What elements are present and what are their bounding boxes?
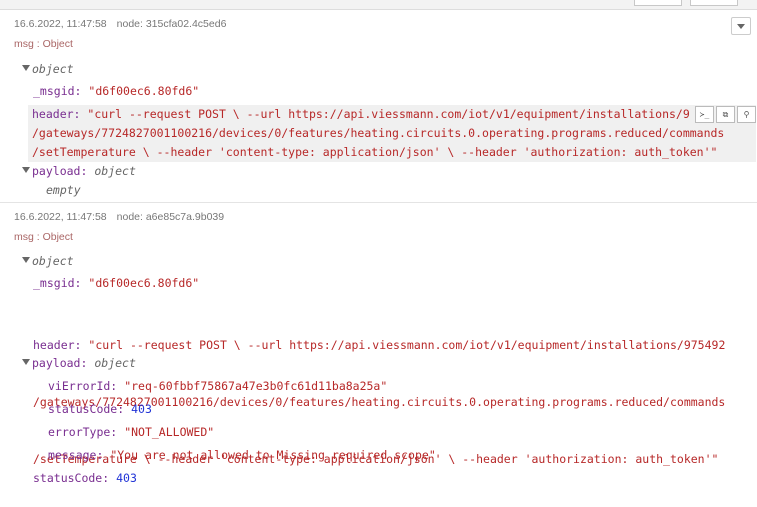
debug-toolbar (0, 0, 757, 10)
property-tools: ≻_ ⧉ ⚲ (695, 106, 756, 123)
chevron-down-icon (737, 23, 745, 29)
root-type: object (32, 254, 74, 268)
msgid-row: _msgid: "d6f00ec6.80fd6" (33, 83, 199, 99)
node-id[interactable]: a6e85c7a.9b039 (146, 211, 224, 223)
payload-key: payload: (32, 164, 88, 178)
pin-button[interactable]: ⚲ (737, 106, 756, 123)
copy-value-button[interactable]: ⧉ (716, 106, 735, 123)
statuscode-row: statusCode: 403 (33, 470, 137, 486)
msgid-value: "d6f00ec6.80fd6" (88, 276, 200, 290)
msgid-key: _msgid: (33, 84, 82, 98)
message-meta: 16.6.2022, 11:47:58 node: 315cfa02.4c5ed6 (14, 18, 226, 30)
header-line: header: "curl --request POST \ --url htt… (33, 338, 726, 352)
node-id[interactable]: 315cfa02.4c5ed6 (146, 18, 227, 30)
header-line: header: "curl --request POST \ --url htt… (32, 107, 690, 121)
payload-field: viErrorId: "req-60fbbf75867a47e3b0fc61d1… (48, 379, 388, 393)
message-type: msg : Object (14, 38, 73, 50)
timestamp: 16.6.2022, 11:47:58 (14, 211, 107, 223)
msgid-row: _msgid: "d6f00ec6.80fd6" (33, 275, 199, 291)
copy-path-button[interactable]: ≻_ (695, 106, 714, 123)
payload-toggle[interactable]: payload: object (22, 355, 136, 371)
caret-down-icon (22, 256, 30, 263)
header-line: /gateways/7724827001100216/devices/0/fea… (32, 126, 725, 140)
message-menu-button[interactable] (731, 17, 751, 35)
payload-field: message: "You are not allowed to Missing… (48, 448, 436, 462)
header-key: header: (33, 338, 82, 352)
toolbar-button[interactable] (690, 0, 738, 6)
header-key: header: (32, 107, 81, 121)
caret-down-icon (22, 64, 30, 71)
caret-down-icon (22, 358, 30, 365)
root-object-toggle[interactable]: object (22, 253, 74, 269)
root-type: object (32, 62, 74, 76)
caret-down-icon (22, 166, 30, 173)
payload-field: statusCode: 403 (48, 402, 152, 416)
statuscode-key: statusCode: (33, 471, 110, 485)
node-label: node: (116, 18, 143, 30)
header-row[interactable]: header: "curl --request POST \ --url htt… (28, 105, 756, 162)
node-label: node: (116, 211, 143, 223)
toolbar-button[interactable] (634, 0, 682, 6)
message-meta: 16.6.2022, 11:47:58 node: a6e85c7a.9b039 (14, 211, 224, 223)
payload-empty: empty (46, 183, 81, 197)
timestamp: 16.6.2022, 11:47:58 (14, 18, 107, 30)
debug-message: 16.6.2022, 11:47:58 node: a6e85c7a.9b039 … (0, 202, 757, 489)
payload-toggle[interactable]: payload: object (22, 163, 136, 179)
root-object-toggle[interactable]: object (22, 61, 74, 77)
msgid-key: _msgid: (33, 276, 82, 290)
payload-field: errorType: "NOT_ALLOWED" (48, 425, 215, 439)
statuscode-value: 403 (116, 471, 137, 485)
payload-type: object (94, 164, 136, 178)
payload-type: object (94, 356, 136, 370)
header-line: /setTemperature \ --header 'content-type… (32, 145, 718, 159)
payload-key: payload: (32, 356, 88, 370)
message-type: msg : Object (14, 231, 73, 243)
debug-message: 16.6.2022, 11:47:58 node: 315cfa02.4c5ed6… (0, 10, 757, 201)
msgid-value: "d6f00ec6.80fd6" (88, 84, 200, 98)
